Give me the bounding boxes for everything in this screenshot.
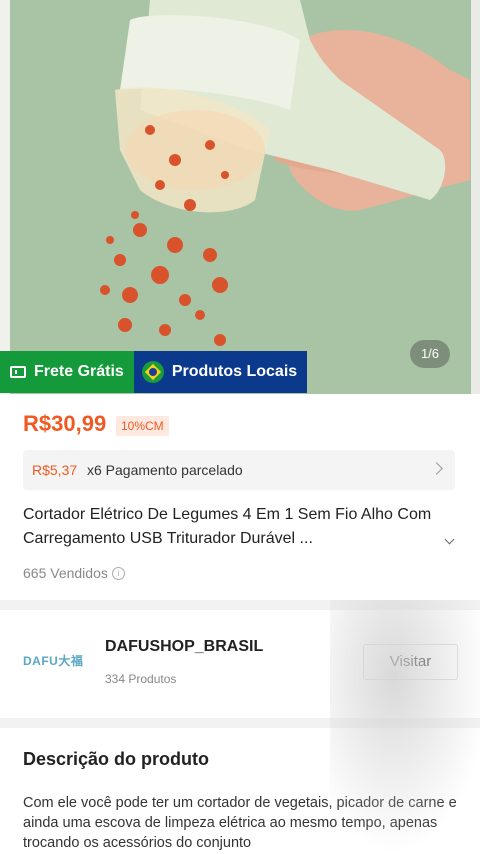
shop-name[interactable]: DAFUSHOP_BRASIL [105, 638, 263, 656]
discount-badge: 10%CM [116, 416, 169, 436]
product-price: R$30,99 [23, 411, 107, 436]
local-products-badge: Produtos Locais [133, 351, 308, 393]
shop-logo[interactable]: DAFU大福 [23, 652, 83, 669]
sold-count-text: 665 Vendidos [23, 565, 108, 581]
local-products-label: Produtos Locais [171, 363, 298, 380]
product-image-gallery[interactable]: 1/6 [0, 0, 480, 394]
badge-row: Frete Grátis Produtos Locais [0, 351, 308, 393]
installment-amount: R$5,37 [32, 462, 78, 478]
free-shipping-label: Frete Grátis [34, 363, 124, 380]
installment-text: x6 Pagamento parcelado [87, 462, 243, 478]
product-title[interactable]: Cortador Elétrico De Legumes 4 Em 1 Sem … [23, 503, 443, 551]
chevron-right-icon [430, 462, 443, 475]
description-body: Com ele você pode ter um cortador de veg… [23, 795, 457, 851]
description-title: Descrição do produto [23, 749, 210, 769]
truck-icon [10, 366, 26, 378]
brazil-flag-icon [141, 361, 164, 383]
info-icon[interactable]: i [111, 566, 125, 580]
installment-row[interactable]: R$5,37 x6 Pagamento parcelado [23, 450, 455, 490]
free-shipping-badge: Frete Grátis [0, 351, 134, 393]
product-photo [0, 0, 480, 394]
visit-shop-button[interactable]: Visitar [363, 644, 458, 680]
shop-products-count: 334 Produtos [105, 672, 177, 686]
sold-count: 665 Vendidos i [23, 565, 125, 581]
image-counter: 1/6 [410, 340, 450, 368]
